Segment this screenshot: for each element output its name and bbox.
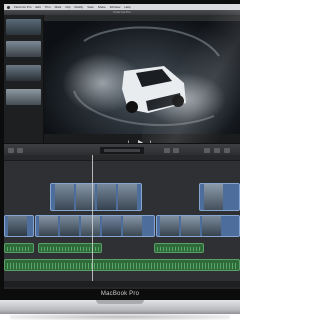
screen: Final Cut Pro Edit Trim Mark Clip Modify…: [4, 4, 240, 289]
clip-filmstrip-frame: [81, 216, 100, 236]
clip-filmstrip-frame: [123, 216, 142, 236]
apple-icon[interactable]: [7, 5, 10, 9]
audio-waveform: [7, 263, 237, 269]
select-tool-icon[interactable]: [164, 148, 170, 153]
macbook-pro: Final Cut Pro Edit Trim Mark Clip Modify…: [0, 0, 240, 326]
audio-waveform: [41, 247, 99, 251]
viewer-controls: [44, 134, 240, 145]
timecode-digits: [104, 149, 140, 152]
clip-filmstrip-frame: [160, 216, 179, 236]
timeline-audio-clip[interactable]: [4, 259, 240, 271]
browser-clip-thumbnail[interactable]: [6, 19, 41, 35]
browser-clip-thumbnail[interactable]: [6, 89, 41, 105]
timeline-clip-connected[interactable]: [199, 183, 240, 211]
device-brand-label: MacBook Pro: [100, 291, 140, 297]
video-frame: [44, 21, 240, 134]
timeline-clip-primary[interactable]: [4, 215, 34, 237]
clip-filmstrip-frame: [55, 184, 74, 210]
audio-waveform: [7, 247, 31, 251]
timeline-ruler[interactable]: [4, 155, 240, 161]
laptop-shadow: [10, 314, 230, 320]
blade-tool-icon[interactable]: [173, 148, 179, 153]
clip-filmstrip-frame: [102, 216, 121, 236]
browser-clip-thumbnail[interactable]: [6, 41, 41, 57]
timeline-audio-clip[interactable]: [154, 243, 204, 253]
car-body: [122, 66, 186, 113]
titles-browser-icon[interactable]: [224, 148, 230, 153]
timeline-clip-primary[interactable]: [35, 215, 155, 237]
clip-filmstrip-frame: [181, 216, 200, 236]
event-browser: [4, 15, 44, 143]
browser-clip-thumbnail[interactable]: [6, 65, 41, 81]
timeline-clip-primary[interactable]: [156, 215, 240, 237]
viewer: [44, 15, 240, 145]
clip-filmstrip-frame: [39, 216, 58, 236]
playhead[interactable]: [92, 155, 93, 287]
car-drift-image: [62, 26, 226, 127]
clip-filmstrip-frame: [8, 216, 27, 236]
import-icon[interactable]: [8, 148, 14, 153]
photos-browser-icon[interactable]: [214, 148, 220, 153]
clip-filmstrip-frame: [202, 216, 221, 236]
clip-filmstrip-frame: [97, 184, 116, 210]
timeline[interactable]: [4, 155, 240, 287]
keyword-icon[interactable]: [17, 148, 23, 153]
spray-arc: [83, 26, 220, 57]
lid-notch: [96, 300, 144, 304]
timeline-audio-clip[interactable]: [4, 243, 34, 253]
timeline-status-bar: [4, 281, 240, 287]
clip-filmstrip-frame: [204, 184, 223, 210]
clip-filmstrip-frame: [60, 216, 79, 236]
clip-filmstrip-frame: [118, 184, 137, 210]
audio-waveform: [157, 247, 201, 251]
effects-browser-icon[interactable]: [204, 148, 210, 153]
timeline-clip-connected[interactable]: [50, 183, 142, 211]
